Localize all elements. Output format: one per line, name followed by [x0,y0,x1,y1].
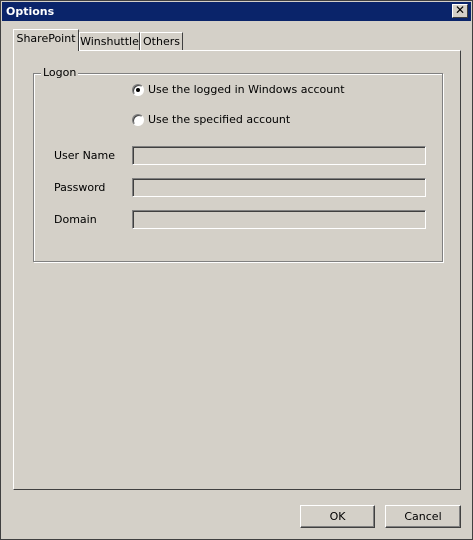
tab-sharepoint[interactable]: SharePoint [13,29,79,51]
tab-others[interactable]: Others [140,32,183,51]
radio-specified-account-label[interactable]: Use the specified account [148,112,290,128]
password-label: Password [54,181,106,194]
radio-specified-account-indicator[interactable] [132,114,144,126]
radio-windows-account-indicator[interactable] [132,84,144,96]
tab-label: Winshuttle [80,35,139,48]
window-title: Options [6,5,55,18]
logon-groupbox: Logon Use the logged in Windows account … [33,67,443,262]
domain-field[interactable] [132,210,426,229]
options-dialog: Options ✕ SharePoint Winshuttle Others L… [0,0,473,540]
tab-winshuttle[interactable]: Winshuttle [79,32,140,51]
tab-label: Others [143,35,180,48]
logon-group-title: Logon [41,66,79,79]
tab-panel-sharepoint: Logon Use the logged in Windows account … [13,50,461,490]
radio-windows-account-label[interactable]: Use the logged in Windows account [148,82,345,98]
user-name-label: User Name [54,149,116,162]
user-name-field[interactable] [132,146,426,165]
ok-button[interactable]: OK [300,505,375,528]
close-icon: ✕ [454,3,466,17]
title-bar[interactable]: Options ✕ [2,2,471,21]
tab-label: SharePoint [16,32,76,45]
close-button[interactable]: ✕ [452,4,468,18]
password-field[interactable] [132,178,426,197]
domain-label: Domain [54,213,97,226]
cancel-button[interactable]: Cancel [385,505,461,528]
